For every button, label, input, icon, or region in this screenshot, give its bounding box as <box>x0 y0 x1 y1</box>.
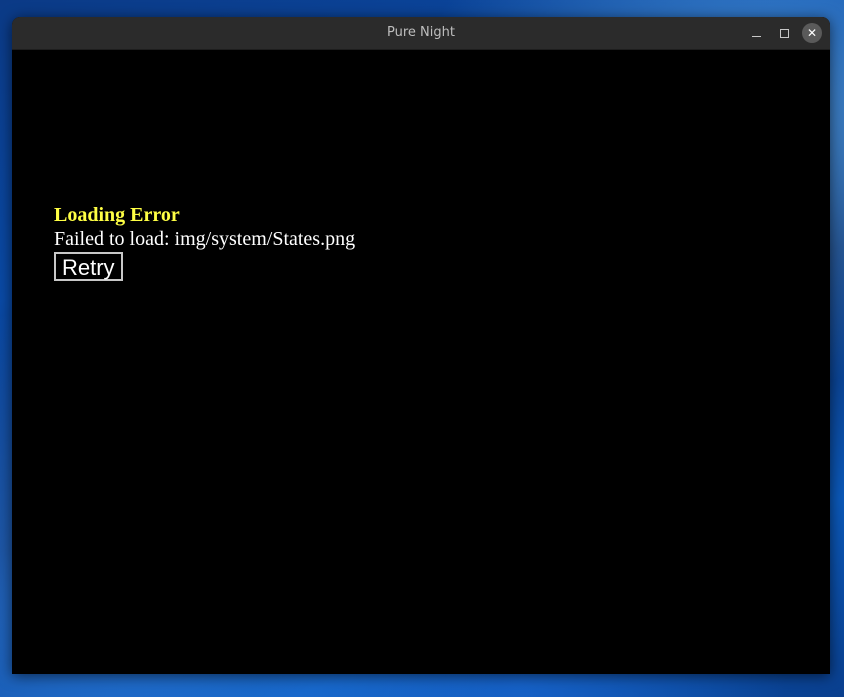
window-title: Pure Night <box>387 25 455 40</box>
maximize-button[interactable] <box>774 23 794 43</box>
error-message: Failed to load: img/system/States.png <box>54 228 356 250</box>
error-title: Loading Error <box>54 204 180 226</box>
app-window: Pure Night ✕ Loading Error Failed to loa… <box>12 17 830 674</box>
minimize-button[interactable] <box>746 23 766 43</box>
minimize-icon <box>751 36 761 37</box>
close-button[interactable]: ✕ <box>802 23 822 43</box>
close-icon: ✕ <box>806 26 818 40</box>
title-bar[interactable]: Pure Night ✕ <box>12 17 830 50</box>
maximize-icon <box>779 28 789 38</box>
game-canvas: Loading Error Failed to load: img/system… <box>12 50 830 674</box>
retry-button[interactable]: Retry <box>54 252 123 281</box>
